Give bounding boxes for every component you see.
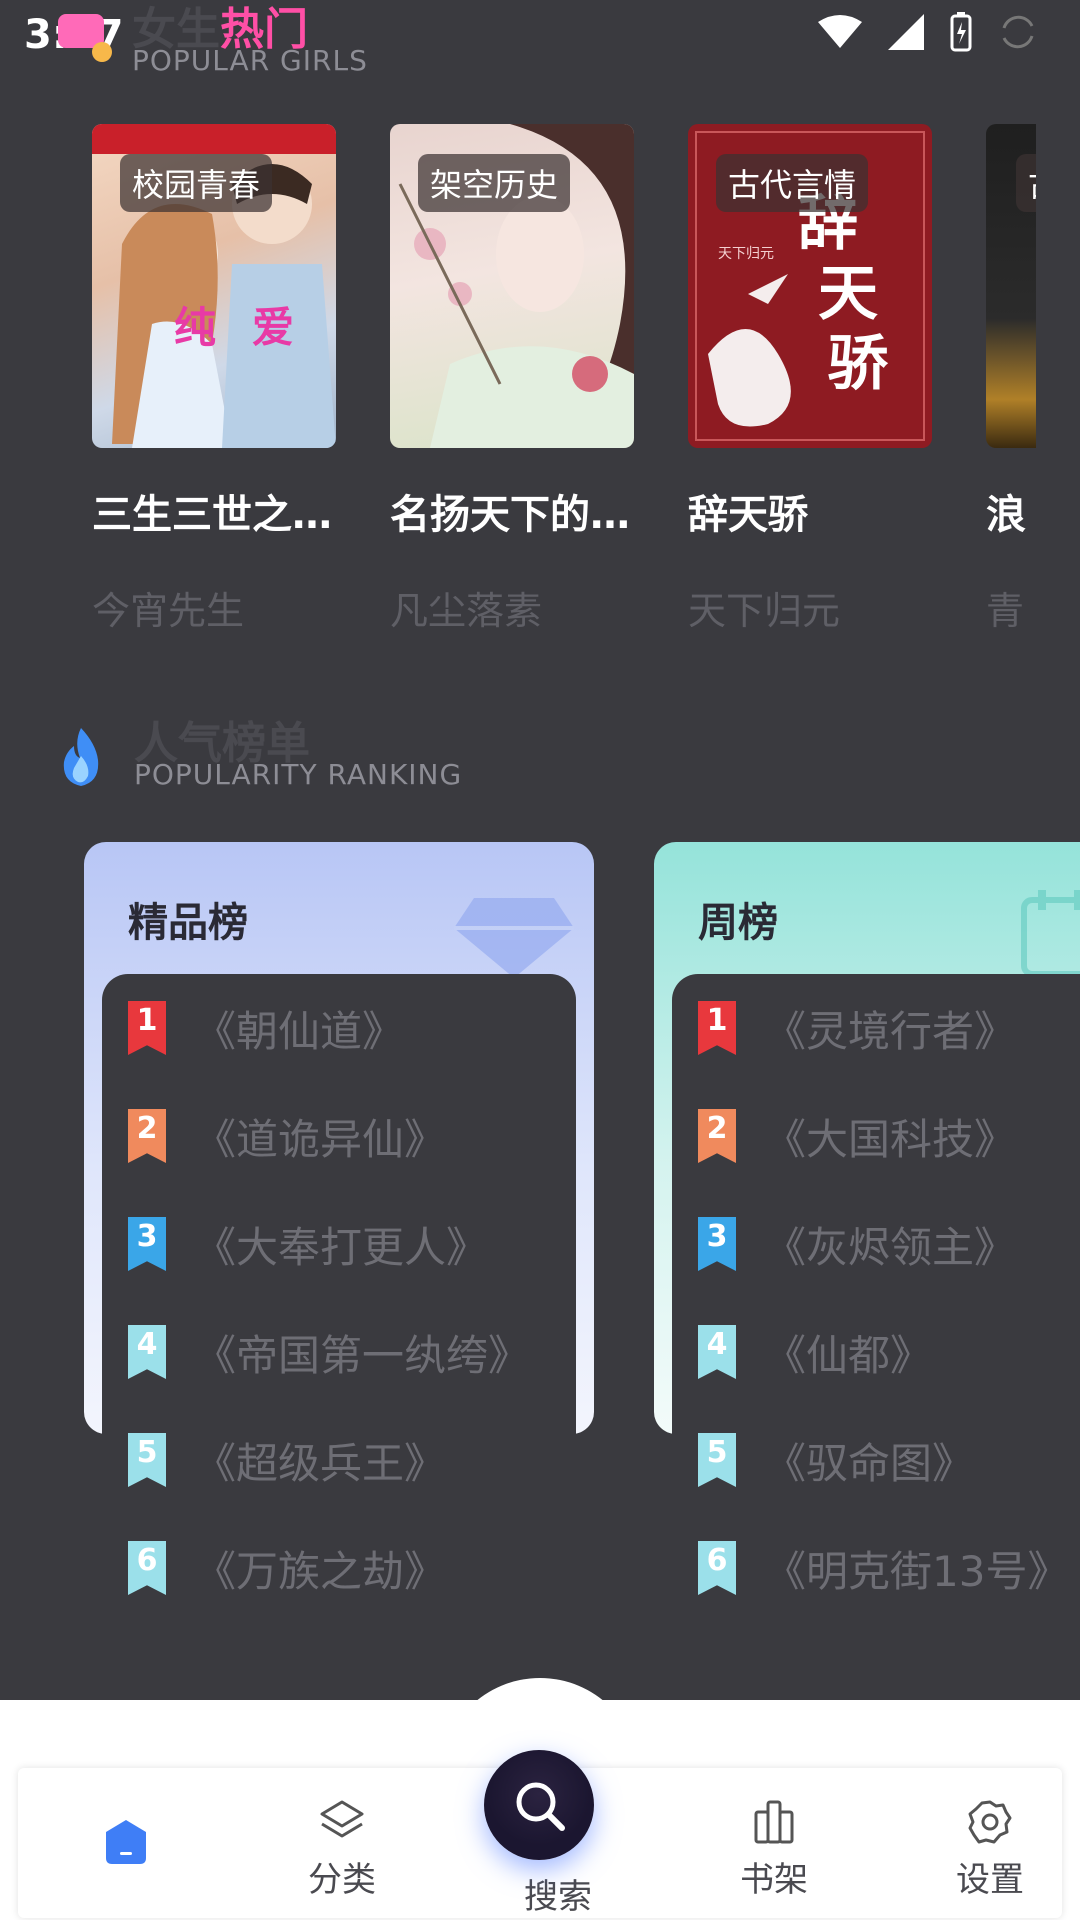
book-card[interactable]: 纯 爱 校园青春 三生三世之... 今宵先生 xyxy=(92,124,336,635)
ranking-item[interactable]: 6 《明克街13号》 xyxy=(698,1538,1069,1598)
svg-text:骄: 骄 xyxy=(828,329,889,399)
ranking-item[interactable]: 2 《大国科技》 xyxy=(698,1106,1016,1166)
rank-badge: 4 xyxy=(698,1325,736,1379)
nav-label-bookshelf: 书架 xyxy=(740,1860,808,1900)
book-tag: 古 xyxy=(1016,154,1036,212)
wifi-icon xyxy=(818,15,862,48)
ranking-item[interactable]: 3 《大奉打更人》 xyxy=(128,1214,488,1274)
ranking-item-title[interactable]: 《道诡异仙》 xyxy=(194,1106,446,1167)
ranking-item[interactable]: 5 《超级兵王》 xyxy=(128,1430,446,1490)
nav-item-category[interactable]: 分类 xyxy=(262,1768,422,1918)
status-icons xyxy=(816,10,1040,54)
rank-badge: 5 xyxy=(128,1433,166,1487)
book-card[interactable]: 辞 天 骄 天下归元 古代言情 辞天骄 天下归元 xyxy=(688,124,932,635)
nav-label-category: 分类 xyxy=(308,1860,376,1900)
book-cover[interactable]: 纯 爱 校园青春 xyxy=(92,124,336,448)
ranking-item-title[interactable]: 《灵境行者》 xyxy=(764,998,1016,1059)
book-author: 今宵先生 xyxy=(92,589,245,633)
ranking-item[interactable]: 6 《万族之劫》 xyxy=(128,1538,446,1598)
calendar-icon xyxy=(1021,890,1080,977)
sync-icon[interactable] xyxy=(996,10,1040,54)
ranking-subtitle: POPULARITY RANKING xyxy=(134,758,463,791)
nav-item-home[interactable] xyxy=(46,1768,206,1918)
nav-item-settings[interactable]: 设置 xyxy=(910,1768,1070,1918)
ranking-header: 人气榜单 POPULARITY RANKING xyxy=(56,722,462,791)
rank-badge: 5 xyxy=(698,1433,736,1487)
search-button[interactable] xyxy=(484,1750,594,1860)
bottom-nav: 分类 搜索 书架 设置 xyxy=(0,1678,1080,1920)
book-title[interactable]: 三生三世之... xyxy=(92,482,336,540)
book-tag: 古代言情 xyxy=(716,154,869,212)
rank-badge: 1 xyxy=(698,1001,736,1055)
nav-label-settings: 设置 xyxy=(956,1860,1024,1900)
book-author: 青 xyxy=(986,589,1025,633)
ranking-card-premium[interactable]: 精品榜 1 《朝仙道》 2 《道诡异仙》 3 《大奉打更人》 4 《帝国第一纨绔》 5 《… xyxy=(84,842,594,1602)
book-carousel[interactable]: 纯 爱 校园青春 三生三世之... 今宵先生 架空历史 名扬天下的... 凡尘落… xyxy=(92,124,1036,644)
ranking-item[interactable]: 4 《仙都》 xyxy=(698,1322,932,1382)
book-tag: 校园青春 xyxy=(120,154,273,212)
rank-badge: 6 xyxy=(128,1541,166,1595)
ranking-item-title[interactable]: 《大奉打更人》 xyxy=(194,1214,488,1275)
ranking-item[interactable]: 1 《灵境行者》 xyxy=(698,998,1016,1058)
rank-badge: 1 xyxy=(128,1001,166,1055)
book-cover[interactable]: 辞 天 骄 天下归元 古代言情 xyxy=(688,124,932,448)
signal-icon xyxy=(888,14,924,50)
ranking-item-title[interactable]: 《超级兵王》 xyxy=(194,1430,446,1491)
book-cover[interactable]: 古 xyxy=(986,124,1036,448)
chat-bubble-icon xyxy=(58,14,112,62)
ranking-card-weekly[interactable]: 周榜 1 《灵境行者》 2 《大国科技》 3 《灰烬领主》 4 《仙都》 5 《驭命图》 … xyxy=(654,842,1080,1602)
ranking-item-title[interactable]: 《驭命图》 xyxy=(764,1430,974,1491)
ranking-item[interactable]: 1 《朝仙道》 xyxy=(128,998,404,1058)
ranking-item[interactable]: 3 《灰烬领主》 xyxy=(698,1214,1016,1274)
ranking-card-title: 精品榜 xyxy=(128,900,248,946)
ranking-item[interactable]: 5 《驭命图》 xyxy=(698,1430,974,1490)
rank-badge: 4 xyxy=(128,1325,166,1379)
fire-icon xyxy=(63,728,99,786)
ranking-item-title[interactable]: 《万族之劫》 xyxy=(194,1538,446,1599)
search-icon xyxy=(516,1782,565,1831)
home-icon xyxy=(106,1820,146,1864)
svg-text:纯: 纯 xyxy=(174,303,216,352)
svg-text:爱: 爱 xyxy=(252,303,294,352)
diamond-icon xyxy=(454,898,574,978)
rank-badge: 6 xyxy=(698,1541,736,1595)
book-title[interactable]: 名扬天下的... xyxy=(390,482,634,540)
ranking-item-title[interactable]: 《朝仙道》 xyxy=(194,998,404,1059)
ranking-card-title: 周榜 xyxy=(698,900,778,946)
ranking-item[interactable]: 4 《帝国第一纨绔》 xyxy=(128,1322,530,1382)
bookshelf-icon xyxy=(754,1800,794,1844)
ranking-item-title[interactable]: 《灰烬领主》 xyxy=(764,1214,1016,1275)
svg-text:天下归元: 天下归元 xyxy=(718,245,774,262)
book-tag: 架空历史 xyxy=(418,154,571,212)
ranking-item-title[interactable]: 《仙都》 xyxy=(764,1322,932,1383)
settings-icon xyxy=(968,1800,1012,1844)
rank-badge: 2 xyxy=(128,1109,166,1163)
rank-badge: 3 xyxy=(698,1217,736,1271)
rank-badge: 3 xyxy=(128,1217,166,1271)
ranking-item[interactable]: 2 《道诡异仙》 xyxy=(128,1106,446,1166)
ranking-item-title[interactable]: 《大国科技》 xyxy=(764,1106,1016,1167)
svg-text:天: 天 xyxy=(818,259,878,329)
nav-item-bookshelf[interactable]: 书架 xyxy=(694,1768,854,1918)
ranking-list: 1 《灵境行者》 2 《大国科技》 3 《灰烬领主》 4 《仙都》 5 《驭命图》 6 《明… xyxy=(672,974,1080,1602)
battery-icon xyxy=(950,12,972,52)
popular-girls-header: 女生热门 POPULAR GIRLS xyxy=(56,8,368,77)
ranking-list: 1 《朝仙道》 2 《道诡异仙》 3 《大奉打更人》 4 《帝国第一纨绔》 5 《超级兵王… xyxy=(102,974,576,1602)
book-author: 凡尘落素 xyxy=(390,589,543,633)
rank-badge: 2 xyxy=(698,1109,736,1163)
book-author: 天下归元 xyxy=(688,589,841,633)
ranking-carousel[interactable]: 精品榜 1 《朝仙道》 2 《道诡异仙》 3 《大奉打更人》 4 《帝国第一纨绔》 5 《… xyxy=(84,842,1080,1602)
book-title[interactable]: 辞天骄 xyxy=(688,482,932,540)
book-title[interactable]: 浪 xyxy=(986,482,1036,540)
ranking-item-title[interactable]: 《明克街13号》 xyxy=(764,1538,1069,1599)
book-card[interactable]: 古 浪 青 xyxy=(986,124,1036,635)
book-card[interactable]: 架空历史 名扬天下的... 凡尘落素 xyxy=(390,124,634,635)
layers-icon xyxy=(320,1800,364,1838)
nav-label-search: 搜索 xyxy=(524,1877,592,1917)
book-cover[interactable]: 架空历史 xyxy=(390,124,634,448)
section-subtitle: POPULAR GIRLS xyxy=(132,44,368,77)
ranking-item-title[interactable]: 《帝国第一纨绔》 xyxy=(194,1322,530,1383)
